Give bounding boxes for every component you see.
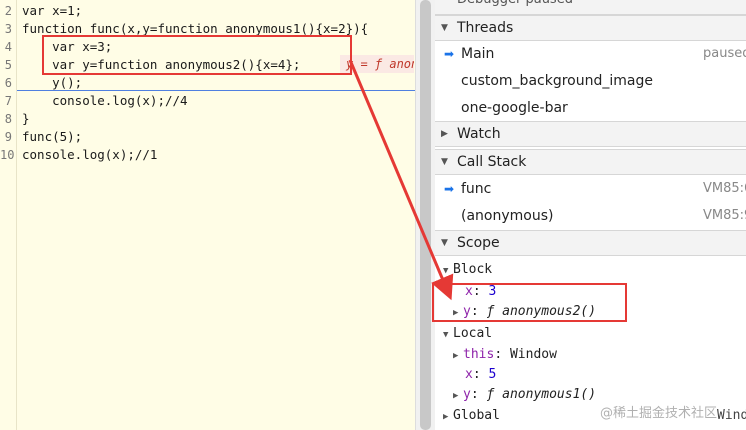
editor-scrollbar[interactable] — [415, 0, 435, 430]
thread-label: one-google-bar — [461, 100, 568, 116]
scope-global-title: Global — [453, 408, 500, 423]
thread-status: paused — [703, 46, 746, 61]
collapsed-triangle-icon: ▶ — [453, 391, 459, 401]
scope-global-header[interactable]: ▶ Global — [443, 406, 500, 427]
collapsed-triangle-icon: ▶ — [443, 412, 449, 422]
code-line: } — [22, 111, 30, 126]
line-number: 9 — [4, 130, 12, 144]
current-thread-arrow-icon: ➡ — [444, 47, 455, 61]
scope-var-value: ƒ anonymous1() — [486, 387, 597, 402]
call-frame-name: (anonymous) — [461, 208, 554, 224]
scope-var-local-x[interactable]: x: 5 — [465, 365, 496, 385]
call-frame-name: func — [461, 181, 492, 197]
scope-block-header[interactable]: ▼ Block — [443, 260, 492, 281]
code-line: console.log(x);//1 — [22, 147, 158, 162]
scope-title: Scope — [457, 235, 500, 251]
call-frame-location: VM85:9 — [703, 208, 746, 223]
thread-item-custom-background-image[interactable]: custom_background_image — [435, 68, 746, 94]
thread-item-one-google-bar[interactable]: one-google-bar — [435, 95, 746, 121]
collapsed-triangle-icon: ▶ — [453, 351, 459, 361]
threads-section-header[interactable]: ▼ Threads — [435, 15, 746, 41]
call-stack-title: Call Stack — [457, 154, 527, 170]
debugger-status-text: Debugger paused — [457, 0, 573, 7]
line-number-gutter: 2 3 4 5 6 7 8 9 10 — [0, 0, 17, 430]
scope-var-value: Window — [509, 347, 557, 362]
call-frame-anonymous[interactable]: (anonymous) VM85:9 — [435, 203, 746, 229]
debugger-status-bar: Debugger paused — [435, 0, 746, 15]
line-number: 2 — [4, 4, 12, 18]
thread-label: custom_background_image — [461, 73, 653, 89]
code-line: var x=1; — [22, 3, 83, 18]
line-number: 7 — [4, 94, 12, 108]
watch-title: Watch — [457, 126, 501, 142]
scope-var-name: this — [463, 347, 495, 362]
scope-highlight-box — [432, 283, 627, 322]
scope-local-header[interactable]: ▼ Local — [443, 324, 492, 345]
expanded-triangle-icon: ▼ — [443, 330, 449, 340]
line-number: 4 — [4, 40, 12, 54]
collapsed-triangle-icon: ▶ — [441, 129, 448, 139]
code-editor[interactable]: 2 3 4 5 6 7 8 9 10 var x=1; function fun… — [0, 0, 415, 430]
expanded-triangle-icon: ▼ — [443, 266, 449, 276]
scope-local-title: Local — [453, 326, 493, 341]
scope-var-local-y[interactable]: ▶ y: ƒ anonymous1() — [453, 385, 596, 406]
line-number: 5 — [4, 58, 12, 72]
current-frame-arrow-icon: ➡ — [444, 182, 455, 196]
code-highlight-box — [42, 35, 352, 75]
scrollbar-thumb[interactable] — [420, 0, 431, 430]
call-stack-section-header[interactable]: ▼ Call Stack — [435, 149, 746, 175]
line-number: 6 — [4, 76, 12, 90]
call-frame-func[interactable]: ➡ func VM85:6 — [435, 176, 746, 202]
watch-section-header[interactable]: ▶ Watch — [435, 121, 746, 147]
call-frame-location: VM85:6 — [703, 181, 746, 196]
code-line: func(5); — [22, 129, 83, 144]
expanded-triangle-icon: ▼ — [441, 23, 448, 33]
scope-var-value: 5 — [488, 367, 497, 382]
threads-title: Threads — [457, 20, 514, 36]
watermark-text: @稀土掘金技术社区 — [600, 406, 718, 421]
scope-global-value: Window — [717, 408, 746, 423]
scope-var-name: y — [463, 387, 471, 402]
scope-var-local-this[interactable]: ▶ this: Window — [453, 345, 557, 366]
scope-block-title: Block — [453, 262, 493, 277]
scope-var-name: x — [465, 367, 473, 382]
thread-item-main[interactable]: ➡ Main paused — [435, 41, 746, 67]
code-line-paused: y(); — [22, 75, 83, 90]
line-number: 8 — [4, 112, 12, 126]
expanded-triangle-icon: ▼ — [441, 157, 448, 167]
scope-section-header[interactable]: ▼ Scope — [435, 230, 746, 256]
line-number: 10 — [0, 148, 15, 162]
code-line: console.log(x);//4 — [22, 93, 188, 108]
thread-label: Main — [461, 46, 495, 62]
debugger-sidebar: Debugger paused ▼ Threads ➡ Main paused … — [432, 0, 746, 430]
line-number: 3 — [4, 22, 12, 36]
expanded-triangle-icon: ▼ — [441, 238, 448, 248]
